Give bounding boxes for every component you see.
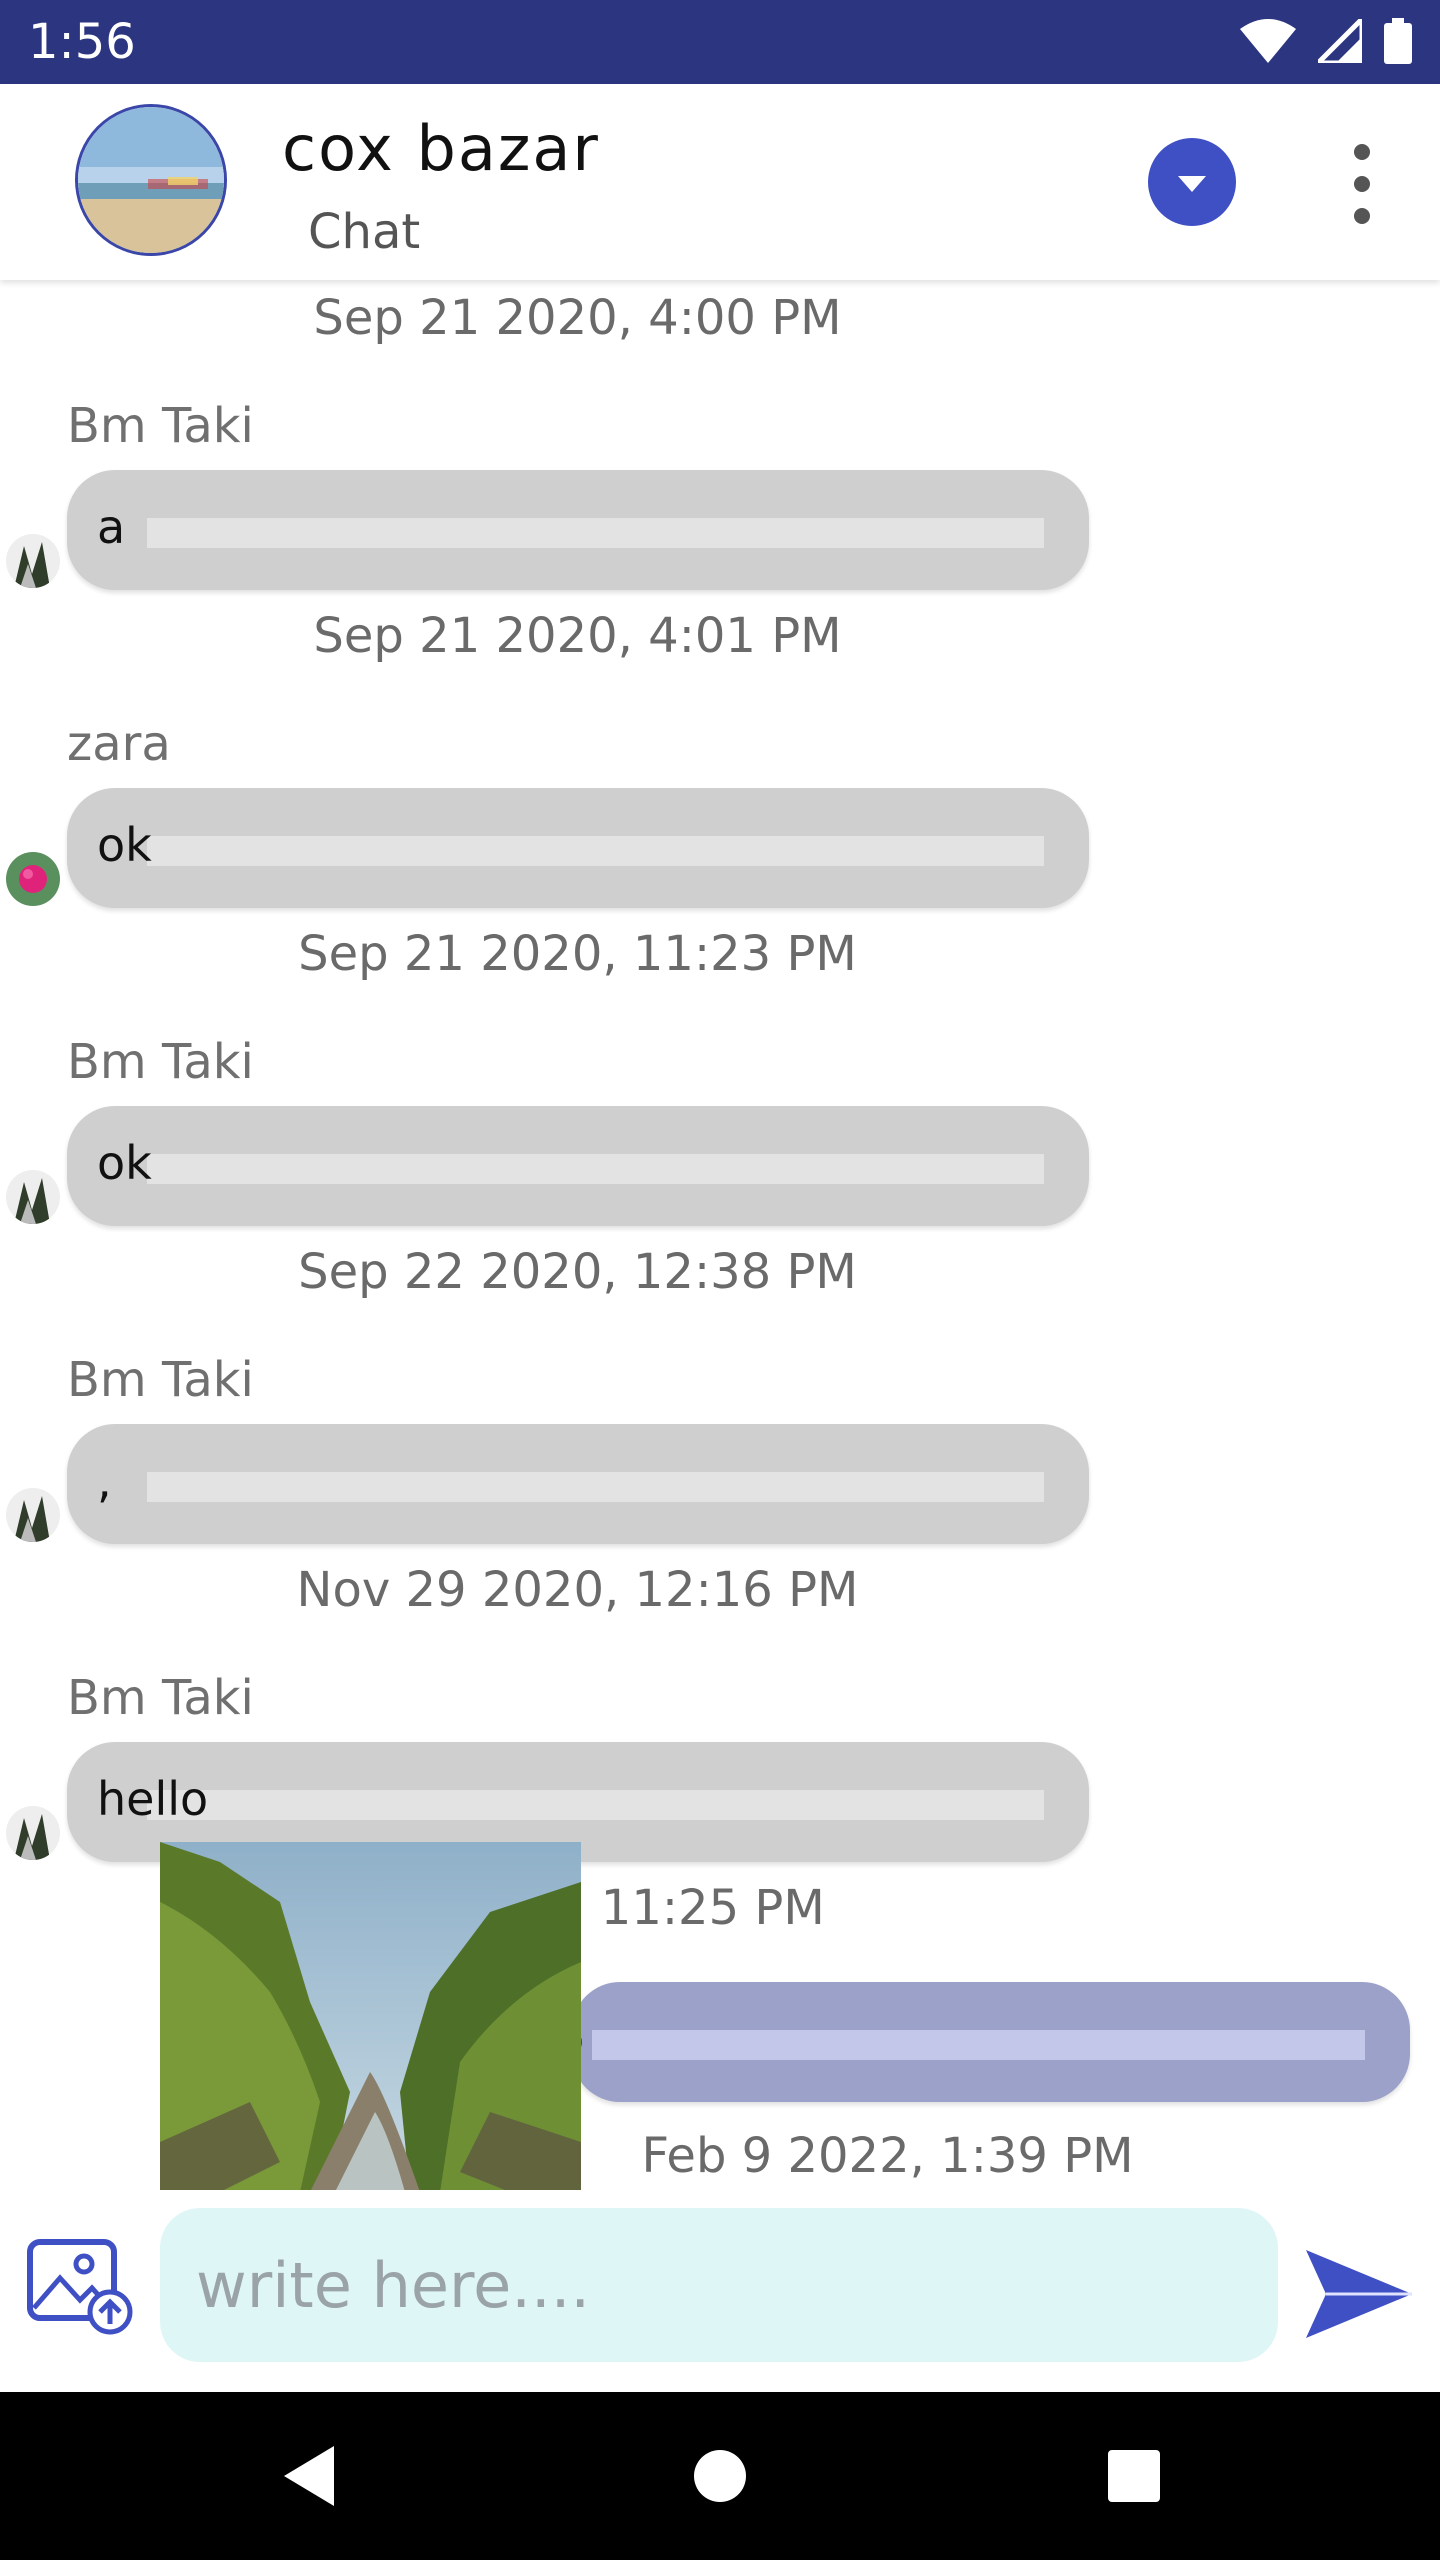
back-icon	[284, 2446, 334, 2506]
sender-avatar[interactable]	[6, 852, 60, 906]
message-sender: Bm Taki	[67, 1670, 254, 1726]
image-preview[interactable]	[160, 1842, 581, 2190]
home-icon	[694, 2450, 746, 2502]
message-bubble[interactable]: ok	[67, 788, 1089, 908]
message-date: Nov 29 2020, 12:16 PM	[296, 1562, 859, 1618]
message-sender: Bm Taki	[67, 398, 254, 454]
composer	[0, 2192, 1440, 2392]
message-text: ok	[97, 818, 152, 872]
chevron-down-icon	[1178, 176, 1206, 192]
send-icon	[1306, 2250, 1412, 2338]
message-sender: zara	[67, 716, 171, 772]
chat-subtitle: Chat	[308, 204, 421, 260]
message-bubble[interactable]: ,	[67, 1424, 1089, 1544]
message-list[interactable]: Sep 21 2020, 4:00 PM Bm Taki a Sep 21 20…	[0, 280, 1440, 2190]
back-button[interactable]	[268, 2434, 352, 2518]
recents-icon	[1108, 2450, 1160, 2502]
chat-title: cox bazar	[282, 112, 600, 185]
sender-avatar[interactable]	[6, 1170, 60, 1224]
status-bar: 1:56	[0, 0, 1440, 84]
message-bar	[147, 1790, 1044, 1820]
gallery-button[interactable]	[26, 2238, 134, 2336]
message-bar	[147, 1154, 1044, 1184]
send-button[interactable]	[1302, 2244, 1416, 2342]
message-text: ,	[97, 1454, 112, 1508]
message-input[interactable]	[160, 2208, 1278, 2362]
status-icons	[1240, 18, 1412, 64]
message-sender: Bm Taki	[67, 1034, 254, 1090]
own-message-bubble[interactable]: o	[556, 1982, 1410, 2102]
app-bar: cox bazar Chat	[0, 84, 1440, 280]
more-vert-icon	[1354, 144, 1370, 224]
dropdown-button[interactable]	[1148, 138, 1236, 226]
message-date: Sep 22 2020, 12:38 PM	[298, 1244, 857, 1300]
wifi-icon	[1240, 19, 1296, 63]
battery-icon	[1384, 18, 1412, 64]
message-text: a	[97, 500, 126, 554]
image-upload-icon	[27, 2239, 133, 2335]
recents-button[interactable]	[1092, 2434, 1176, 2518]
message-text: ok	[97, 1136, 152, 1190]
message-bar	[592, 2030, 1365, 2060]
message-bar	[147, 836, 1044, 866]
chat-avatar[interactable]	[75, 104, 227, 256]
message-bubble[interactable]: ok	[67, 1106, 1089, 1226]
sender-avatar[interactable]	[6, 1806, 60, 1860]
message-bar	[147, 1472, 1044, 1502]
message-date: Sep 21 2020, 4:01 PM	[313, 608, 842, 664]
status-time: 1:56	[28, 14, 136, 70]
signal-icon	[1318, 19, 1362, 63]
sender-avatar[interactable]	[6, 534, 60, 588]
message-bar	[147, 518, 1044, 548]
message-sender: Bm Taki	[67, 1352, 254, 1408]
system-nav-bar	[0, 2392, 1440, 2560]
home-button[interactable]	[678, 2434, 762, 2518]
more-options-button[interactable]	[1330, 134, 1394, 234]
sender-avatar[interactable]	[6, 1488, 60, 1542]
message-date: Sep 21 2020, 4:00 PM	[313, 290, 842, 346]
message-bubble[interactable]: a	[67, 470, 1089, 590]
message-text: hello	[97, 1772, 209, 1826]
message-date: Sep 21 2020, 11:23 PM	[298, 926, 857, 982]
